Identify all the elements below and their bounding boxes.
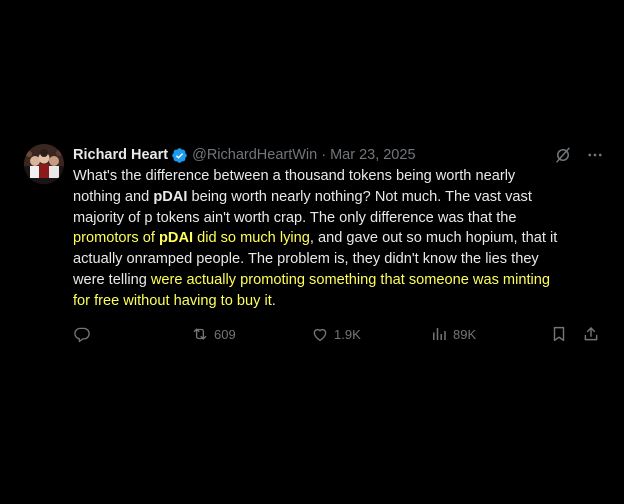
author-name[interactable]: Richard Heart — [73, 145, 168, 165]
verified-badge-icon[interactable] — [171, 147, 188, 164]
like-count: 1.9K — [334, 326, 361, 342]
like-button[interactable]: 1.9K — [311, 324, 361, 344]
action-bar: 609 1.9K 89K — [73, 324, 604, 344]
author-handle[interactable]: @RichardHeartWin — [192, 145, 317, 165]
tweet-line: were telling were actually promoting som… — [73, 271, 550, 288]
heart-icon — [311, 325, 329, 343]
tweet-line: nothing and pDAI being worth nearly noth… — [73, 188, 532, 205]
highlighted-text: for free without having to buy it — [73, 292, 272, 309]
reply-icon — [73, 325, 91, 343]
reply-button[interactable] — [73, 324, 91, 344]
grok-icon[interactable] — [554, 146, 572, 170]
retweet-button[interactable]: 609 — [191, 324, 236, 344]
tweet-line: for free without having to buy it. — [73, 292, 276, 309]
bookmark-icon — [550, 325, 568, 343]
analytics-icon — [430, 325, 448, 343]
tweet-text: What's the difference between a thousand… — [73, 166, 604, 312]
bookmark-button[interactable] — [550, 324, 568, 344]
tweet-header: Richard Heart @RichardHeartWin · Mar 23,… — [73, 144, 604, 166]
tweet-line: promotors of pDAI did so much lying, and… — [73, 230, 558, 247]
highlighted-text: were actually promoting something that s… — [150, 271, 550, 288]
highlighted-text: promotors of pDAI did so much lying — [73, 230, 310, 247]
separator-dot: · — [321, 147, 327, 163]
avatar[interactable] — [24, 144, 64, 184]
tweet-line: actually onramped people. The problem is… — [73, 251, 539, 268]
tweet-date[interactable]: Mar 23, 2025 — [330, 145, 415, 165]
views-count: 89K — [453, 326, 477, 342]
retweet-count: 609 — [214, 326, 236, 342]
retweet-icon — [191, 325, 209, 343]
share-button[interactable] — [582, 324, 600, 344]
tweet-line: majority of p tokens ain't worth crap. T… — [73, 209, 517, 226]
share-icon — [582, 325, 600, 343]
tweet-line: What's the difference between a thousand… — [73, 168, 516, 184]
more-icon[interactable] — [586, 146, 604, 170]
views-button[interactable]: 89K — [430, 324, 476, 344]
